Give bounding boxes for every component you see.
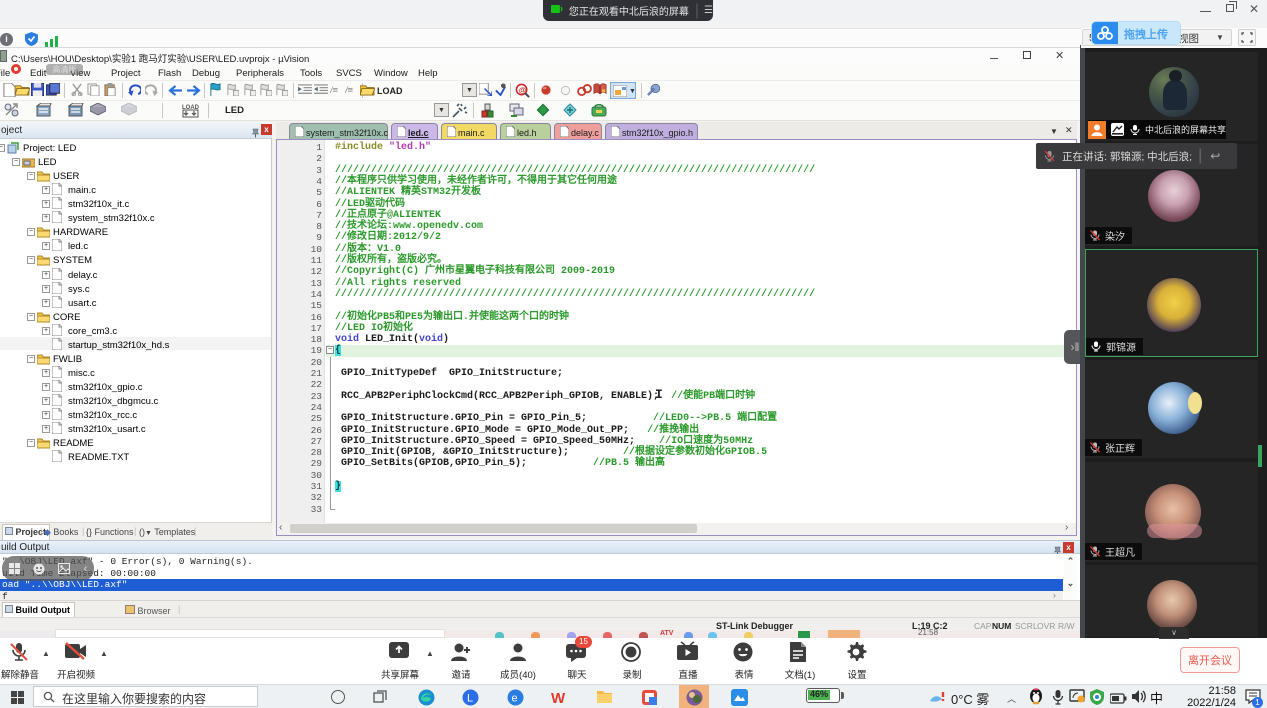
svg-text:@: @ <box>519 85 526 94</box>
svg-text:/≡: /≡ <box>345 85 353 95</box>
svg-text:e: e <box>512 693 518 705</box>
svg-text:W: W <box>551 690 566 706</box>
svg-text:/≡: /≡ <box>330 85 338 95</box>
svg-text:L: L <box>467 693 473 705</box>
